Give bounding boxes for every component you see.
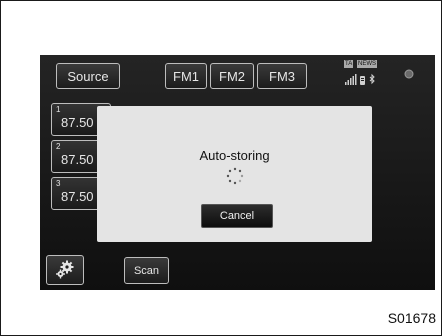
signal-strength-icon [345,73,375,85]
preset-frequency: 87.50 [61,115,94,130]
preset-number: 3 [56,179,61,188]
source-button[interactable]: Source [56,63,120,89]
scan-button[interactable]: Scan [124,257,169,284]
loading-spinner-icon [226,167,244,185]
news-indicator: NEWS [357,60,377,68]
cancel-button[interactable]: Cancel [201,204,273,228]
preset-number: 2 [56,142,61,151]
figure-id: S01678 [387,310,436,326]
gear-icon [56,260,74,279]
settings-button[interactable] [46,255,84,285]
band-fm3-button[interactable]: FM3 [257,63,307,89]
status-area: TA NEWS [344,60,377,90]
preset-frequency: 87.50 [61,152,94,167]
power-indicator-icon [404,69,414,79]
band-fm2-button[interactable]: FM2 [210,63,254,89]
auto-storing-dialog: Auto-storing Cancel [97,106,372,242]
preset-frequency: 87.50 [61,189,94,204]
preset-number: 1 [56,105,61,114]
dialog-title: Auto-storing [199,148,270,163]
band-fm1-button[interactable]: FM1 [165,63,207,89]
ta-indicator: TA [344,60,354,68]
